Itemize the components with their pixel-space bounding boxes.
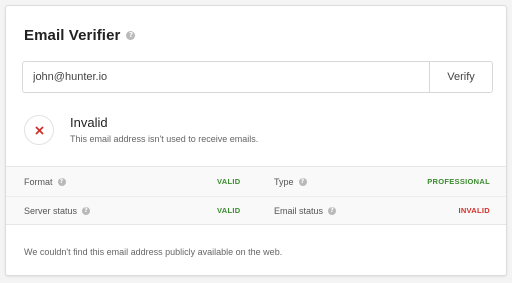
format-cell: Format ? bbox=[24, 177, 66, 187]
server-status-cell: Server status ? bbox=[24, 205, 91, 216]
type-cell: Type ? bbox=[274, 177, 307, 187]
email-status-label: Email status bbox=[274, 205, 324, 216]
email-status-help-icon[interactable]: ? bbox=[328, 206, 337, 215]
email-verifier-card: Email Verifier ? Verify Invalid This ema… bbox=[5, 5, 507, 276]
type-help-icon[interactable]: ? bbox=[298, 177, 307, 186]
format-help-icon[interactable]: ? bbox=[57, 177, 66, 186]
result-status: Invalid bbox=[70, 115, 108, 130]
format-value: VALID bbox=[217, 177, 241, 186]
server-status-label: Server status bbox=[24, 205, 78, 216]
footer-message: We couldn't find this email address publ… bbox=[24, 247, 283, 257]
type-label: Type bbox=[274, 176, 294, 187]
verify-form: Verify bbox=[22, 61, 493, 93]
x-icon bbox=[35, 126, 43, 134]
invalid-status-icon bbox=[24, 115, 54, 145]
help-icon[interactable]: ? bbox=[126, 31, 136, 40]
verify-button[interactable]: Verify bbox=[429, 62, 492, 92]
details-row-server-email: Server status ? VALID Email status ? INV… bbox=[6, 196, 506, 225]
details-table: Format ? VALID Type ? PROFESSIONAL Serve… bbox=[6, 166, 506, 225]
email-status-cell: Email status ? bbox=[274, 205, 337, 216]
result-description: This email address isn't used to receive… bbox=[70, 134, 259, 144]
format-label: Format bbox=[24, 176, 53, 187]
server-status-value: VALID bbox=[217, 206, 241, 215]
title-row: Email Verifier ? bbox=[24, 27, 136, 44]
page-title: Email Verifier bbox=[24, 27, 121, 44]
type-value: PROFESSIONAL bbox=[427, 177, 490, 186]
email-status-value: INVALID bbox=[458, 206, 490, 215]
details-row-format-type: Format ? VALID Type ? PROFESSIONAL bbox=[6, 167, 506, 197]
server-status-help-icon[interactable]: ? bbox=[82, 206, 91, 215]
email-input[interactable] bbox=[23, 62, 429, 92]
